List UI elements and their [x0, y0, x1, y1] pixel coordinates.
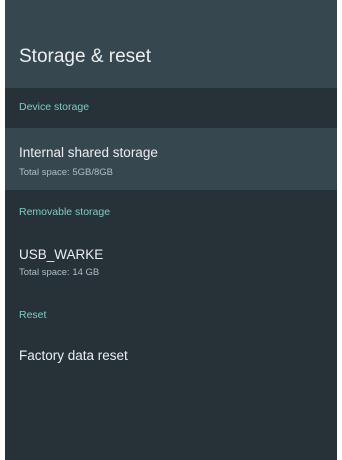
list-item-usb-warke[interactable]: USB_WARKE Total space: 14 GB [5, 232, 337, 290]
item-summary: Total space: 14 GB [19, 267, 100, 278]
page-title: Storage & reset [19, 46, 152, 67]
section-header-device-storage: Device storage [19, 101, 90, 113]
list-item-internal-shared-storage[interactable]: Internal shared storage Total space: 5GB… [5, 128, 337, 190]
item-title: Internal shared storage [19, 145, 158, 160]
list-item-factory-data-reset[interactable]: Factory data reset [5, 334, 337, 380]
section-header-removable-storage: Removable storage [19, 206, 111, 218]
item-title: USB_WARKE [19, 247, 104, 262]
section-header-reset: Reset [19, 309, 47, 321]
item-summary: Total space: 5GB/8GB [19, 167, 113, 178]
panel-header: Storage & reset [5, 0, 337, 88]
settings-panel: Storage & reset Device storage Internal … [5, 0, 337, 460]
item-title: Factory data reset [19, 348, 128, 363]
